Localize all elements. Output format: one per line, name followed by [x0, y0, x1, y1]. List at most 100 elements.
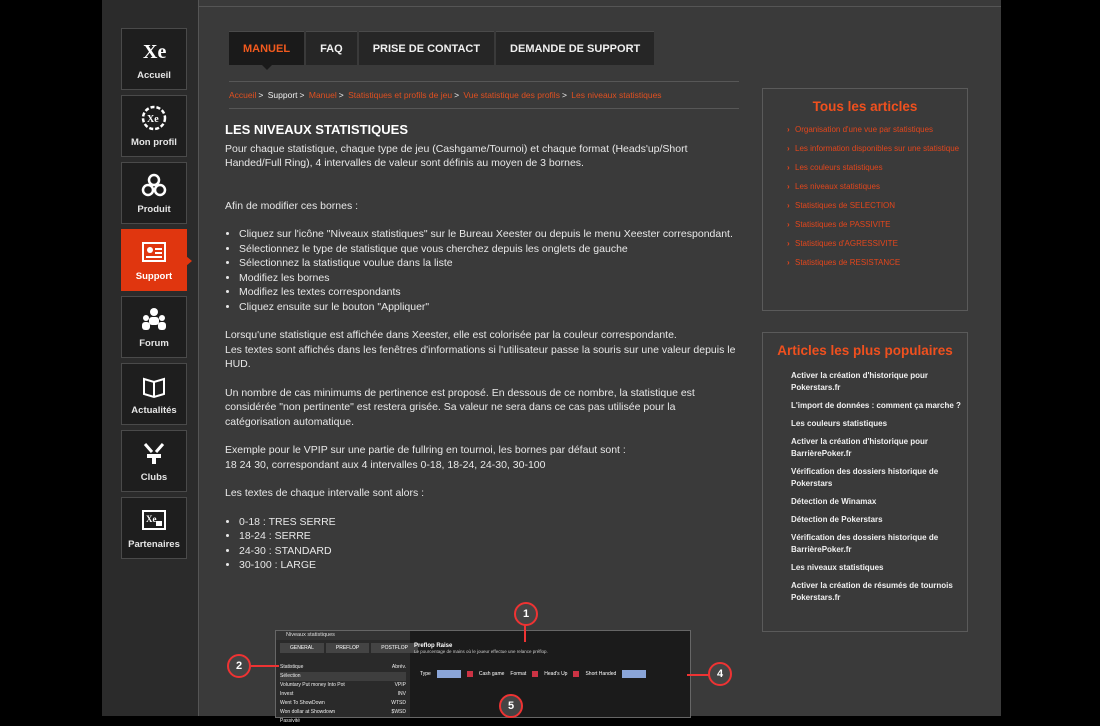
breadcrumb-link-manuel[interactable]: Manuel — [309, 90, 337, 100]
sh-checkbox — [573, 671, 580, 677]
article-link[interactable]: Statistiques de SELECTION — [763, 200, 967, 212]
list-item: 18-24 : SERRE — [239, 529, 743, 544]
xeester-logo-icon: Xe — [143, 41, 166, 63]
list-item: Cliquez ensuite sur le bouton "Appliquer… — [239, 300, 743, 315]
tutorial-screenshot: Niveaux statistiques GENERAL PREFLOP POS… — [275, 630, 691, 724]
sidebar-item-accueil[interactable]: Xe Accueil — [121, 28, 187, 90]
article-link[interactable]: Les couleurs statistiques — [763, 162, 967, 174]
format-label: Format — [510, 671, 527, 677]
screenshot-options: Type Cash game Format Head's Up Short Ha… — [420, 670, 652, 678]
popular-link[interactable]: Détection de Winamax — [763, 496, 967, 508]
screenshot-tab: POSTFLOP — [371, 643, 418, 653]
sh-label: Short Handed — [585, 671, 617, 677]
hu-label: Head's Up — [544, 671, 568, 677]
article-intro: Pour chaque statistique, chaque type de … — [225, 142, 688, 170]
sidebar-item-produit[interactable]: Produit — [121, 162, 187, 224]
screenshot-rows: Statistique Abrév. Sélection Voluntary Pu… — [280, 663, 406, 726]
breadcrumb-current: Les niveaux statistiques — [571, 90, 662, 100]
row-abbr: VPIP — [394, 682, 406, 688]
steps-list: Cliquez sur l'icône "Niveaux statistique… — [225, 227, 743, 314]
popular-articles-panel: Articles les plus populaires Activer la … — [762, 332, 968, 632]
page-title: LES NIVEAUX STATISTIQUES — [225, 122, 408, 137]
popular-link[interactable]: Les couleurs statistiques — [763, 418, 967, 430]
row-name: Went To ShowDown — [280, 700, 325, 706]
paragraph: Exemple pour le VPIP sur une partie de f… — [225, 444, 626, 456]
article-body: LES NIVEAUX STATISTIQUES Pour chaque sta… — [225, 122, 743, 573]
tab-faq[interactable]: FAQ — [306, 31, 357, 65]
sidebar-item-label: Produit — [137, 204, 171, 215]
list-item: Cliquez sur l'icône "Niveaux statistique… — [239, 227, 743, 242]
row-abbr: INV — [397, 691, 406, 697]
paragraph: Les textes de chaque intervalle sont alo… — [225, 487, 425, 499]
paragraph: Un nombre de cas minimums de pertinence … — [225, 386, 695, 428]
article-link[interactable]: Les niveaux statistiques — [763, 181, 967, 193]
sidebar-item-actualites[interactable]: Actualités — [121, 363, 187, 425]
sidebar-item-label: Mon profil — [131, 137, 177, 148]
panel-title: Tous les articles — [812, 99, 918, 114]
callout-badge: 4 — [708, 662, 732, 686]
svg-text:Xe: Xe — [143, 41, 166, 63]
screenshot-stat-detail: Preflop Raise Le pourcentage de mains où… — [414, 643, 686, 717]
article-link[interactable]: Statistiques d'AGRESSIVITE — [763, 238, 967, 250]
popular-link[interactable]: Activer la création d'historique pour Ba… — [763, 436, 967, 460]
breadcrumb-link-support[interactable]: Support — [268, 90, 298, 100]
breadcrumb-link-vue[interactable]: Vue statistique des profils — [463, 90, 560, 100]
profile-chip-icon: Xe — [141, 105, 167, 131]
paragraph: 18 24 30, correspondant aux 4 intervalle… — [225, 458, 546, 471]
sidebar-item-clubs[interactable]: Clubs — [121, 430, 187, 492]
sidebar-item-partenaires[interactable]: Xe Partenaires — [121, 497, 187, 559]
tab-demande-de-support[interactable]: DEMANDE DE SUPPORT — [496, 31, 655, 65]
popular-link[interactable]: Activer la création de résumés de tourno… — [763, 580, 967, 604]
paragraph: Lorsqu'une statistique est affichée dans… — [225, 329, 677, 341]
popular-link[interactable]: Les niveaux statistiques — [763, 562, 967, 574]
list-item: Sélectionnez la statistique voulue dans … — [239, 256, 743, 271]
sidebar-item-label: Accueil — [137, 70, 171, 81]
list-item: 30-100 : LARGE — [239, 558, 743, 573]
sidebar-item-label: Support — [135, 271, 173, 282]
partners-icon: Xe — [142, 510, 166, 530]
breadcrumb: Accueil > Support > Manuel > Statistiques e… — [229, 81, 739, 109]
paragraph: Les textes sont affichés dans les fenêtr… — [225, 343, 736, 371]
popular-link[interactable]: Vérification des dossiers historique de … — [763, 532, 967, 556]
article-link[interactable]: Organisation d'une vue par statistiques — [763, 124, 967, 136]
main-content: MANUEL FAQ PRISE DE CONTACT DEMANDE DE S… — [198, 0, 1001, 724]
sidebar-item-forum[interactable]: Forum — [121, 296, 187, 358]
breadcrumb-link-stats[interactable]: Statistiques et profils de jeu — [348, 90, 452, 100]
list-item: 0-18 : TRES SERRE — [239, 515, 743, 530]
screenshot-tab: PREFLOP — [325, 643, 370, 653]
list-item: Sélectionnez le type de statistique que … — [239, 242, 743, 257]
callout-line — [687, 674, 709, 676]
sidebar-item-label: Forum — [139, 338, 169, 349]
popular-link[interactable]: Activer la création d'historique pour Po… — [763, 370, 967, 394]
popular-link[interactable]: Vérification des dossiers historique de … — [763, 466, 967, 490]
callout-line — [251, 665, 279, 667]
divider — [199, 6, 1001, 7]
list-item: Modifiez les bornes — [239, 271, 743, 286]
levels-list: 0-18 : TRES SERRE 18-24 : SERRE 24-30 : … — [225, 515, 743, 573]
sidebar-item-support[interactable]: Support — [121, 229, 192, 291]
tab-manuel[interactable]: MANUEL — [229, 31, 305, 70]
format-chip — [622, 670, 647, 678]
breadcrumb-link-accueil[interactable]: Accueil — [229, 90, 256, 100]
sidebar: Xe Accueil Xe Mon profil Produit Support… — [102, 0, 198, 716]
tab-prise-de-contact[interactable]: PRISE DE CONTACT — [358, 31, 495, 65]
screenshot-row: Sélection — [280, 672, 406, 681]
people-icon — [142, 308, 166, 330]
article-link[interactable]: Les information disponibles sur une stat… — [763, 143, 967, 155]
type-chip — [436, 670, 461, 678]
screenshot-stat-desc: Le pourcentage de mains où le joueur eff… — [414, 649, 548, 654]
article-link[interactable]: Statistiques de RESISTANCE — [763, 257, 967, 269]
support-card-icon — [142, 242, 166, 262]
article-link[interactable]: Statistiques de PASSIVITE — [763, 219, 967, 231]
callout-badge: 5 — [499, 694, 523, 718]
callout-badge: 1 — [514, 602, 538, 626]
screenshot-window-title: Niveaux statistiques — [276, 631, 410, 640]
gears-icon — [141, 173, 167, 197]
col-label: Abrév. — [391, 664, 406, 670]
sidebar-item-mon-profil[interactable]: Xe Mon profil — [121, 95, 187, 157]
screenshot-row: Voluntary Put money Into Pot VPIP — [280, 681, 406, 690]
popular-link[interactable]: L'import de données : comment ça marche … — [763, 400, 967, 412]
popular-link[interactable]: Détection de Pokerstars — [763, 514, 967, 526]
screenshot-row: Passivité — [280, 717, 406, 726]
app-frame: Xe Accueil Xe Mon profil Produit Support… — [102, 0, 1001, 724]
